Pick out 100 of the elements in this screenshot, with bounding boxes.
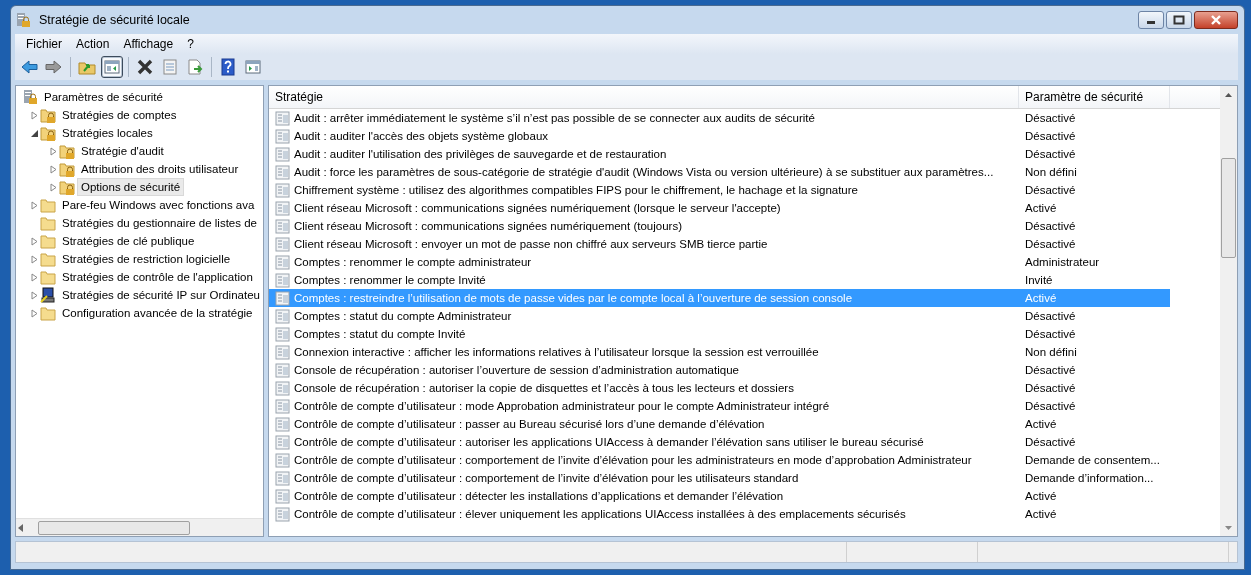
table-row[interactable]: Contrôle de compte d’utilisateur : détecter les installations d’applications et demander l’élévation Activé <box>269 487 1220 505</box>
minimize-button[interactable] <box>1138 11 1164 29</box>
table-cell-text: Comptes : statut du compte Administrateur <box>293 310 512 322</box>
tree-item[interactable]: Configuration avancée de la stratégie <box>58 304 257 322</box>
scroll-thumb[interactable] <box>1221 158 1236 258</box>
tree-item[interactable]: Stratégies de restriction logicielle <box>58 250 235 268</box>
locked-folder-icon <box>40 107 56 123</box>
scroll-left-icon[interactable] <box>18 523 24 532</box>
table-row[interactable]: Comptes : renommer le compte administrateur Administrateur <box>269 253 1220 271</box>
locked-folder-icon <box>59 179 75 195</box>
window-title: Stratégie de sécurité locale <box>39 13 191 27</box>
menu-item[interactable]: Action <box>69 34 117 54</box>
policy-icon <box>275 452 290 468</box>
table-row[interactable]: Contrôle de compte d’utilisateur : autoriser les applications UIAccess à demander l’élévation sans utiliser le bureau sécurisé Désactivé <box>269 433 1220 451</box>
folder-icon <box>40 269 56 285</box>
expand-arrow-icon[interactable] <box>48 146 58 156</box>
menu-item[interactable]: ? <box>180 34 201 54</box>
tree-item[interactable]: Paramètres de sécurité <box>40 88 167 106</box>
collapse-arrow-icon[interactable] <box>29 128 39 138</box>
table-row[interactable]: Client réseau Microsoft : communications signées numériquement (toujours) Désactivé <box>269 217 1220 235</box>
expand-arrow-icon[interactable] <box>29 200 39 210</box>
policy-icon <box>275 362 290 378</box>
policy-icon <box>275 380 290 396</box>
menu-item[interactable]: Fichier <box>19 34 69 54</box>
action-pane-icon <box>244 58 262 76</box>
table-row[interactable]: Contrôle de compte d’utilisateur : passer au Bureau sécurisé lors d’une demande d’élévation Activé <box>269 415 1220 433</box>
policy-icon <box>275 146 290 162</box>
table-cell-text: Console de récupération : autoriser la copie de disquettes et l’accès à tous les lecteurs et dossiers <box>293 382 794 394</box>
tree-item[interactable]: Stratégies locales <box>58 124 157 142</box>
expand-arrow-icon[interactable] <box>29 110 39 120</box>
tree-item[interactable]: Stratégies de clé publique <box>58 232 199 250</box>
column-header[interactable]: Stratégie <box>269 86 1019 108</box>
expand-arrow-icon[interactable] <box>29 254 39 264</box>
table-row[interactable]: Contrôle de compte d’utilisateur : comportement de l’invite d’élévation pour les utilisateurs standard Demande d’information... <box>269 469 1220 487</box>
table-row[interactable]: Audit : auditer l'utilisation des privilèges de sauvegarde et de restauration Désactivé <box>269 145 1220 163</box>
folder-icon <box>40 251 56 267</box>
table-row[interactable]: Audit : auditer l'accès des objets système globaux Désactivé <box>269 127 1220 145</box>
column-header[interactable]: Paramètre de sécurité <box>1019 86 1170 108</box>
expand-arrow-icon[interactable] <box>29 290 39 300</box>
policy-icon <box>275 398 290 414</box>
expand-arrow-icon[interactable] <box>48 182 58 192</box>
scroll-up-icon[interactable] <box>1225 92 1232 97</box>
table-cell-text: Audit : force les paramètres de sous-catégorie de stratégie d'audit (Windows Vista ou version ultérieure) à se substituer aux paramètres... <box>293 166 994 178</box>
tree-item[interactable]: Stratégies du gestionnaire de listes de <box>58 214 261 232</box>
policy-icon <box>275 218 290 234</box>
table-cell: Désactivé <box>1025 436 1076 448</box>
tree-item[interactable]: Stratégies de contrôle de l'application <box>58 268 257 286</box>
table-cell-text: Comptes : restreindre l’utilisation de mots de passe vides par le compte local à l’ouverture de session console <box>293 292 853 304</box>
table-cell-text: Client réseau Microsoft : communications signées numériquement (toujours) <box>293 220 682 232</box>
table-row[interactable]: Console de récupération : autoriser la copie de disquettes et l’accès à tous les lecteurs et dossiers Désactivé <box>269 379 1220 397</box>
menu-item[interactable]: Affichage <box>116 34 181 54</box>
table-row[interactable]: Client réseau Microsoft : communications signées numériquement (lorsque le serveur l'accepte) Activé <box>269 199 1220 217</box>
table-cell: Activé <box>1025 508 1057 520</box>
policy-icon <box>275 128 290 144</box>
policy-icon <box>275 308 290 324</box>
table-row[interactable]: Audit : arrêter immédiatement le système s’il n’est pas possible de se connecter aux audits de sécurité Désactivé <box>269 109 1220 127</box>
table-row[interactable]: Client réseau Microsoft : envoyer un mot de passe non chiffré aux serveurs SMB tierce partie Désactivé <box>269 235 1220 253</box>
table-cell: Désactivé <box>1025 220 1076 232</box>
expand-arrow-icon[interactable] <box>29 272 39 282</box>
horizontal-scrollbar[interactable] <box>16 518 263 536</box>
table-cell-text: Comptes : statut du compte Invité <box>293 328 466 340</box>
tree-item[interactable]: Options de sécurité <box>77 178 185 196</box>
tree-item[interactable]: Attribution des droits utilisateur <box>77 160 243 178</box>
policy-icon <box>275 434 290 450</box>
table-cell: Demande de consentem... <box>1025 454 1160 466</box>
table-row[interactable]: Comptes : statut du compte Administrateur Désactivé <box>269 307 1220 325</box>
table-cell-text: Audit : arrêter immédiatement le système s’il n’est pas possible de se connecter aux audits de sécurité <box>293 112 815 124</box>
vertical-scrollbar[interactable] <box>1220 86 1237 536</box>
scroll-down-icon[interactable] <box>1225 525 1232 530</box>
policy-icon <box>275 416 290 432</box>
table-cell: Désactivé <box>1025 238 1076 250</box>
table-row[interactable]: Comptes : statut du compte Invité Désactivé <box>269 325 1220 343</box>
table-row[interactable]: Audit : force les paramètres de sous-catégorie de stratégie d'audit (Windows Vista ou version ultérieure) à se substituer aux paramètres... Non défini <box>269 163 1220 181</box>
expand-arrow-icon[interactable] <box>29 308 39 318</box>
table-row[interactable]: Contrôle de compte d’utilisateur : mode Approbation administrateur pour le compte Administrateur intégré Désactivé <box>269 397 1220 415</box>
expand-arrow-icon[interactable] <box>48 164 58 174</box>
close-button[interactable] <box>1194 11 1238 29</box>
table-cell: Activé <box>1025 490 1057 502</box>
table-row[interactable]: Chiffrement système : utilisez des algorithmes compatibles FIPS pour le chiffrement, le hachage et la signature Désactivé <box>269 181 1220 199</box>
table-cell-text: Comptes : renommer le compte Invité <box>293 274 486 286</box>
table-cell-text: Contrôle de compte d’utilisateur : passer au Bureau sécurisé lors d’une demande d’élévation <box>293 418 765 430</box>
table-row[interactable]: Console de récupération : autoriser l’ouverture de session d’administration automatique Désactivé <box>269 361 1220 379</box>
tree-item[interactable]: Pare-feu Windows avec fonctions ava <box>58 196 259 214</box>
tree-item[interactable]: Stratégie d'audit <box>77 142 168 160</box>
table-row[interactable]: Comptes : renommer le compte Invité Invité <box>269 271 1220 289</box>
tree-pane-icon <box>103 58 121 76</box>
maximize-button[interactable] <box>1166 11 1192 29</box>
table-row[interactable]: Contrôle de compte d’utilisateur : comportement de l’invite d’élévation pour les administrateurs en mode d’approbation Administrateur Demande de consentem... <box>269 451 1220 469</box>
tree-item[interactable]: Stratégies de sécurité IP sur Ordinateu <box>58 286 263 304</box>
table-cell-text: Contrôle de compte d’utilisateur : autoriser les applications UIAccess à demander l’élévation sans utiliser le bureau sécurisé <box>293 436 924 448</box>
tree-pane-button[interactable] <box>101 56 123 78</box>
locked-folder-icon <box>40 125 56 141</box>
folder-icon <box>40 305 56 321</box>
expand-arrow-icon[interactable] <box>29 236 39 246</box>
table-row[interactable]: Contrôle de compte d’utilisateur : élever uniquement les applications UIAccess installées à des emplacements sécurisés Activé <box>269 505 1220 523</box>
tree-item[interactable]: Stratégies de comptes <box>58 106 181 124</box>
maximize-icon <box>1173 15 1185 25</box>
scroll-thumb[interactable] <box>38 520 190 535</box>
table-cell-text: Audit : auditer l'utilisation des privilèges de sauvegarde et de restauration <box>293 148 667 160</box>
table-row[interactable]: Connexion interactive : afficher les informations relatives à l’utilisateur lorsque la session est verrouillée Non défini <box>269 343 1220 361</box>
